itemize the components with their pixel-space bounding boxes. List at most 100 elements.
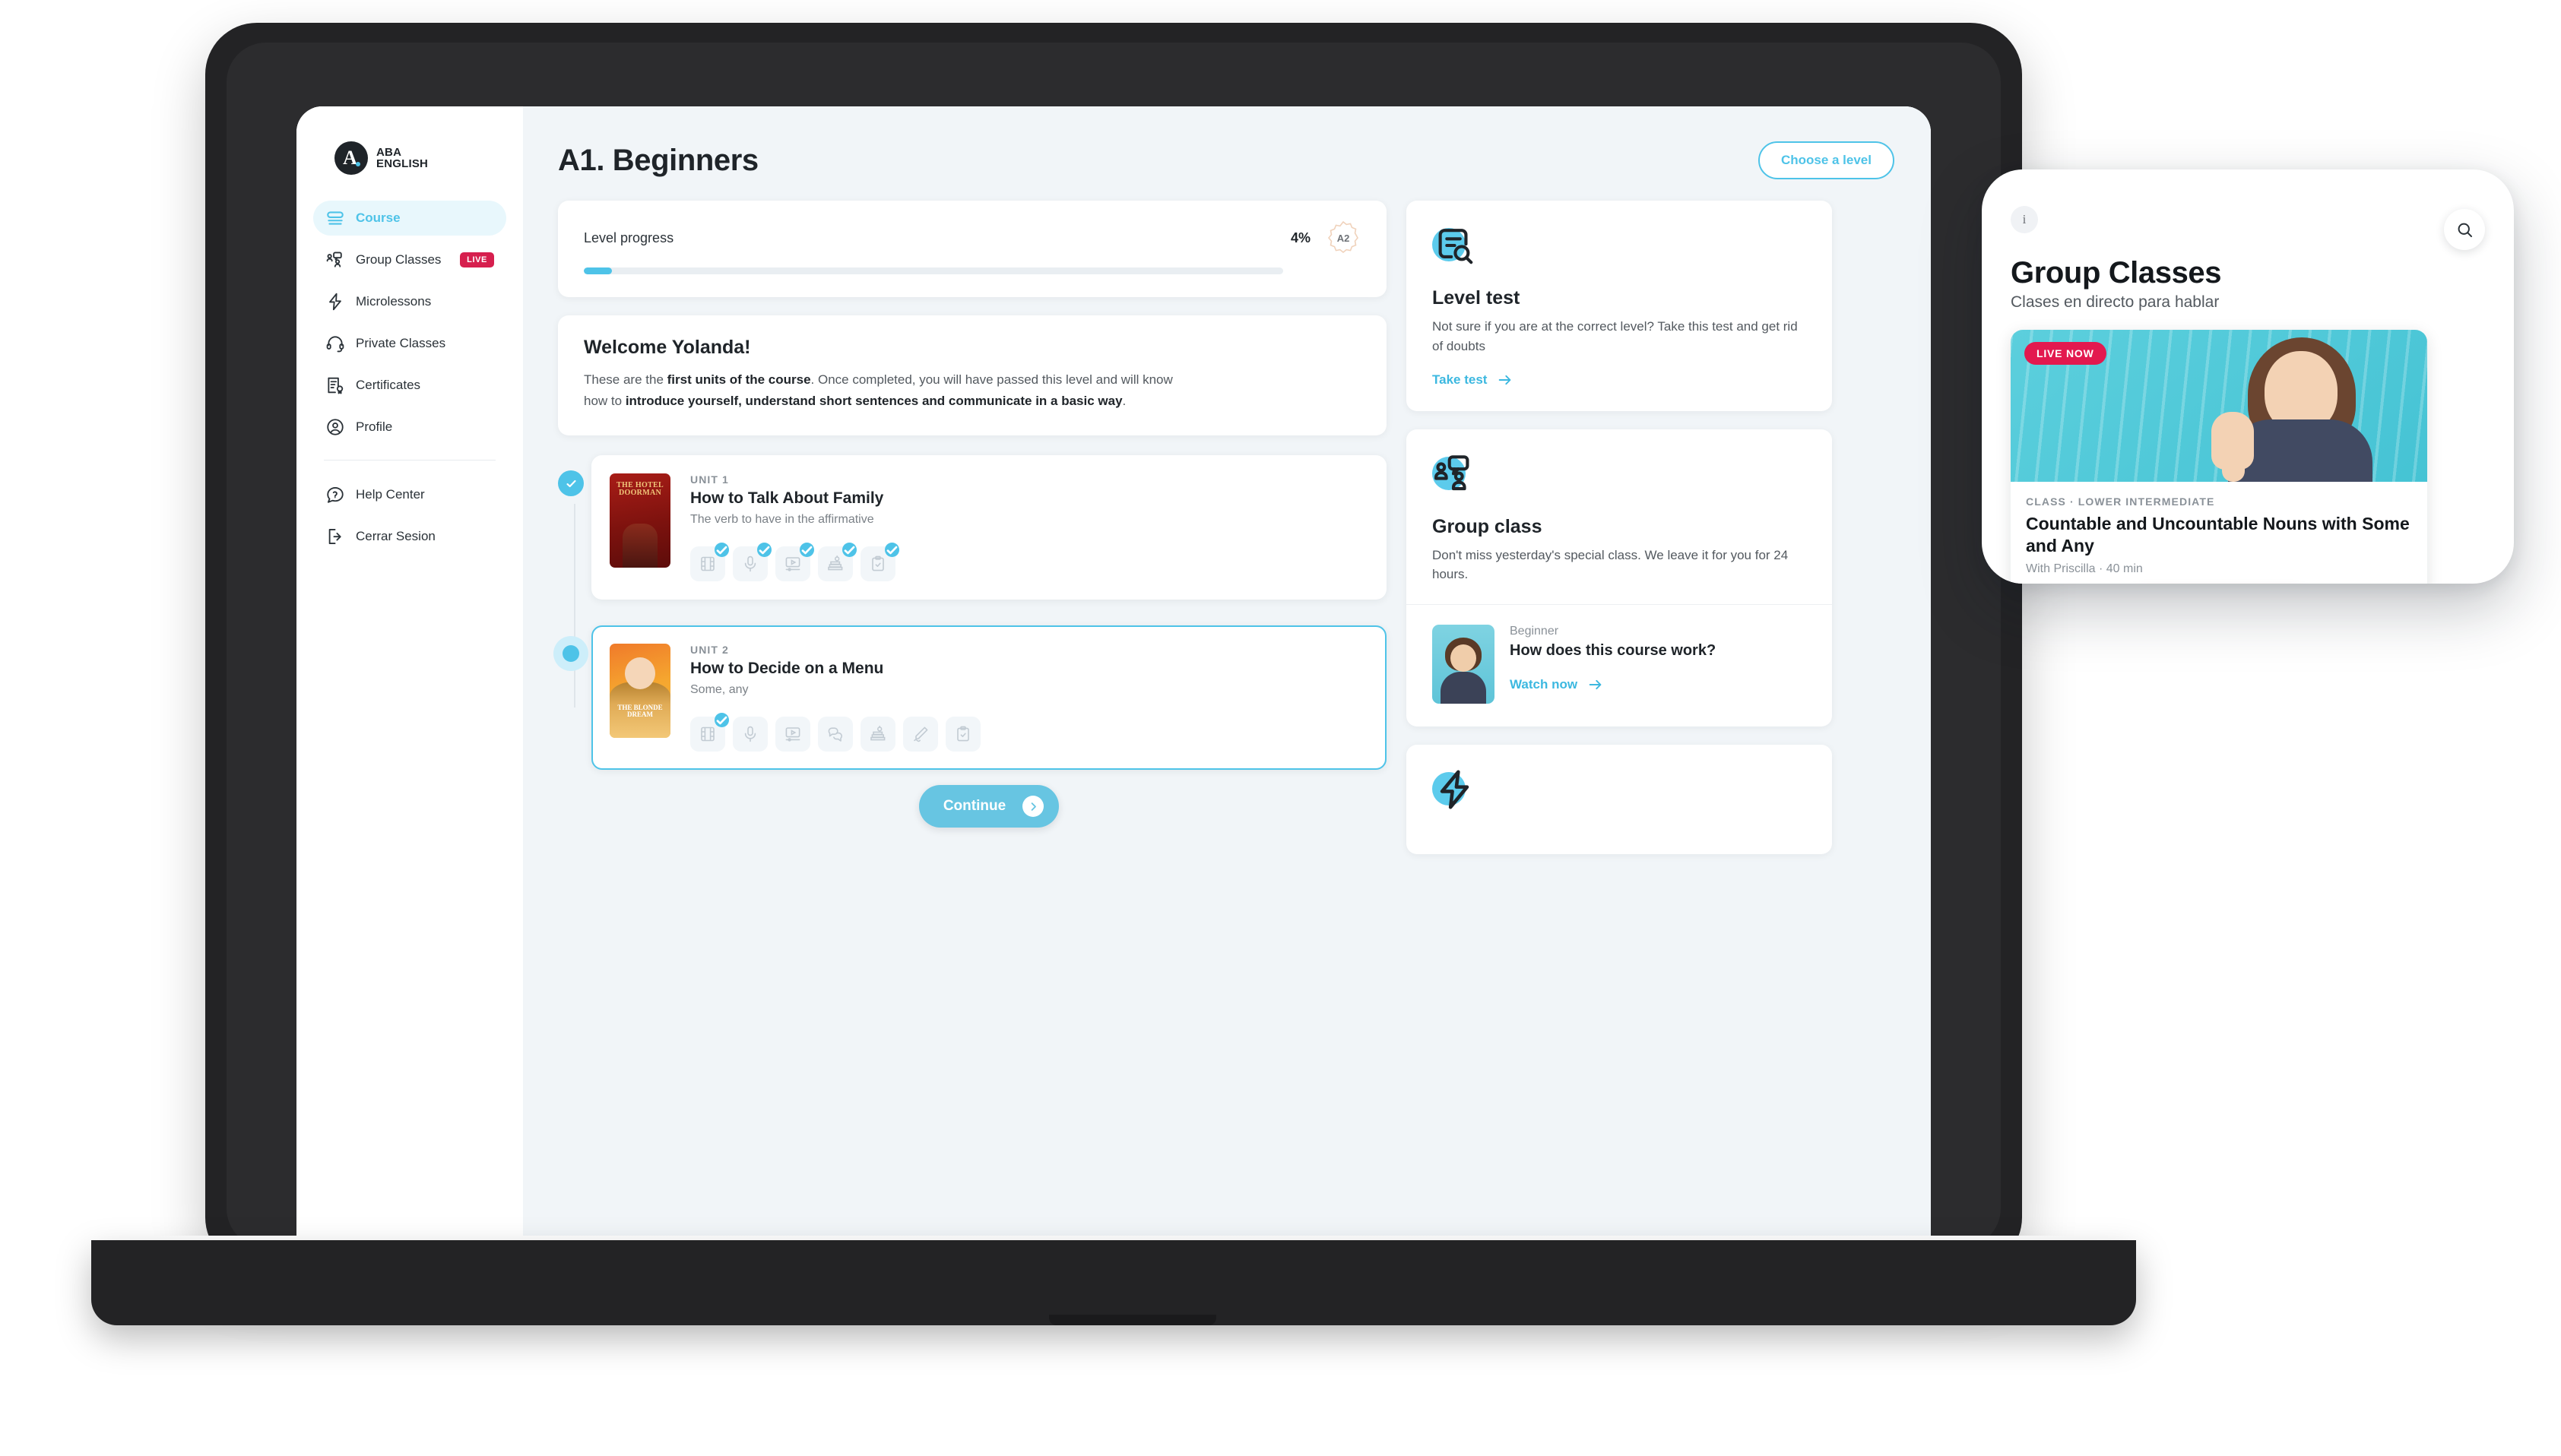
unit-title: How to Talk About Family: [690, 489, 884, 508]
unit-poster-image: THE BLONDE DREAM: [610, 644, 670, 739]
sidebar-item-certificates[interactable]: Certificates: [313, 368, 506, 403]
activity-video-player-icon[interactable]: [775, 543, 814, 582]
unit-card[interactable]: THE BLONDE DREAM UNIT 2 How to Decide on…: [591, 625, 1387, 771]
activity-clipboard-check-icon[interactable]: [946, 717, 981, 752]
activity-film-icon[interactable]: [690, 713, 729, 752]
welcome-title: Welcome Yolanda!: [584, 337, 751, 358]
activity-check-icon: [715, 713, 729, 728]
right-column: Level test Not sure if you are at the co…: [1406, 201, 1832, 872]
units-timeline: THE HOTEL DOORMAN UNIT 1 How to Talk Abo…: [553, 455, 1387, 828]
live-class-meta: CLASS · LOWER INTERMEDIATE Countable and…: [2011, 482, 2427, 576]
sidebar-item-help-center[interactable]: Help Center: [313, 477, 506, 512]
sidebar-item-private-classes[interactable]: Private Classes: [313, 326, 506, 361]
activity-check-icon: [842, 543, 857, 558]
activity-books-apple-icon[interactable]: [818, 543, 857, 582]
page-header: A1. Beginners Choose a level: [558, 141, 1931, 179]
card-title: Group class: [1432, 515, 1542, 537]
logo-dot: [356, 162, 360, 166]
promo-thumbnail: [1432, 625, 1494, 704]
activity-film-icon[interactable]: [690, 543, 729, 582]
phone-page-subtitle: Clases en directo para hablar: [2011, 293, 2220, 311]
sidebar-item-profile[interactable]: Profile: [313, 410, 506, 445]
timeline-dot-current: [553, 636, 588, 672]
watch-now-link[interactable]: Watch now: [1510, 676, 1604, 693]
group-classes-icon: [325, 250, 345, 270]
page-title: A1. Beginners: [558, 143, 759, 177]
sidebar-item-label: Profile: [356, 419, 393, 434]
welcome-bold-1: first units of the course: [667, 372, 811, 387]
activity-microphone-icon[interactable]: [733, 717, 768, 752]
activity-check-icon: [800, 543, 814, 558]
info-icon[interactable]: i: [2011, 206, 2038, 233]
poster-title: THE BLONDE DREAM: [617, 704, 663, 719]
poster-title: THE HOTEL DOORMAN: [616, 481, 664, 498]
choose-level-button[interactable]: Choose a level: [1758, 141, 1894, 179]
microlessons-card: [1406, 745, 1832, 855]
hero-person-illustration: [2208, 330, 2398, 482]
brand-text: ABA ENGLISH: [376, 145, 428, 169]
headset-icon: [325, 334, 345, 353]
certificate-icon: [325, 375, 345, 395]
sidebar-item-label: Help Center: [356, 487, 425, 502]
sidebar-item-microlessons[interactable]: Microlessons: [313, 284, 506, 319]
activity-video-player-icon[interactable]: [775, 717, 810, 752]
sidebar-nav: Course Group Classes LIVE Microlessons P…: [313, 201, 506, 554]
promo-info: Beginner How does this course work? Watc…: [1510, 625, 1716, 704]
activity-speech-bubbles-icon[interactable]: [818, 717, 853, 752]
sidebar-item-label: Cerrar Sesion: [356, 529, 436, 543]
unit-row: THE BLONDE DREAM UNIT 2 How to Decide on…: [553, 625, 1387, 771]
sidebar-item-course[interactable]: Course: [313, 201, 506, 236]
activity-row: [690, 543, 1368, 582]
live-class-hero-image: LIVE NOW: [2011, 330, 2427, 482]
lightning-icon: [1432, 768, 1479, 815]
sidebar-item-label: Private Classes: [356, 336, 446, 350]
laptop-mockup: A ABA ENGLISH Course Group Classes LIVE …: [91, 23, 2136, 1325]
poster-face: [625, 657, 655, 690]
sidebar-item-logout[interactable]: Cerrar Sesion: [313, 519, 506, 554]
left-column: Level progress 4% A2 Welcome Yolanda! Th…: [553, 201, 1387, 872]
laptop-screen: A ABA ENGLISH Course Group Classes LIVE …: [296, 106, 1931, 1250]
promo-face: [1450, 644, 1476, 673]
search-icon[interactable]: [2444, 209, 2485, 250]
brand-line-1: ABA: [376, 145, 402, 159]
course-icon: [325, 208, 345, 228]
level-test-card: Level test Not sure if you are at the co…: [1406, 201, 1832, 411]
activity-books-apple-icon[interactable]: [861, 717, 895, 752]
next-level-badge: A2: [1326, 220, 1361, 255]
activity-microphone-icon[interactable]: [733, 543, 772, 582]
laptop-base: [91, 1240, 2136, 1325]
live-class-byline: With Priscilla · 40 min: [2026, 562, 2143, 576]
sidebar-item-group-classes[interactable]: Group Classes LIVE: [313, 242, 506, 277]
live-class-card[interactable]: LIVE NOW CLASS · LOWER INTERMEDIATE Coun…: [2011, 330, 2427, 584]
phone-topbar: i: [2011, 206, 2485, 250]
unit-poster-image: THE HOTEL DOORMAN: [610, 473, 670, 568]
group-class-card: Group class Don't miss yesterday's speci…: [1406, 429, 1832, 727]
sidebar: A ABA ENGLISH Course Group Classes LIVE …: [296, 106, 523, 1250]
activity-check-icon: [715, 543, 729, 558]
arrow-right-icon: [1499, 375, 1511, 385]
sidebar-item-label: Group Classes: [356, 252, 442, 267]
live-class-title: Countable and Uncountable Nouns with Som…: [2026, 514, 2410, 555]
phone-mockup: i Group Classes Clases en directo para h…: [1982, 169, 2514, 584]
unit-info: UNIT 1 How to Talk About Family The verb…: [670, 473, 1368, 582]
laptop-lid: A ABA ENGLISH Course Group Classes LIVE …: [205, 23, 2022, 1269]
unit-card[interactable]: THE HOTEL DOORMAN UNIT 1 How to Talk Abo…: [591, 455, 1387, 600]
current-dot-icon: [553, 636, 588, 672]
welcome-bold-2: introduce yourself, understand short sen…: [625, 393, 1123, 408]
link-label: Watch now: [1510, 676, 1578, 692]
activity-pencil-icon[interactable]: [903, 717, 938, 752]
take-test-link[interactable]: Take test: [1432, 372, 1513, 388]
welcome-card: Welcome Yolanda! These are the first uni…: [558, 315, 1387, 436]
poster-figure: [623, 524, 658, 568]
activity-clipboard-check-icon[interactable]: [861, 543, 899, 582]
promo-kicker: Beginner: [1510, 625, 1559, 638]
group-chat-icon: [1432, 452, 1479, 499]
level-progress-card: Level progress 4% A2: [558, 201, 1387, 297]
progress-track: [584, 267, 1283, 274]
continue-button[interactable]: Continue: [918, 785, 1060, 828]
card-body: Don't miss yesterday's special class. We…: [1432, 547, 1789, 582]
promo-title: How does this course work?: [1510, 642, 1716, 660]
continue-label: Continue: [943, 798, 1006, 815]
promo-row[interactable]: Beginner How does this course work? Watc…: [1432, 605, 1806, 704]
live-badge: LIVE: [460, 252, 494, 267]
